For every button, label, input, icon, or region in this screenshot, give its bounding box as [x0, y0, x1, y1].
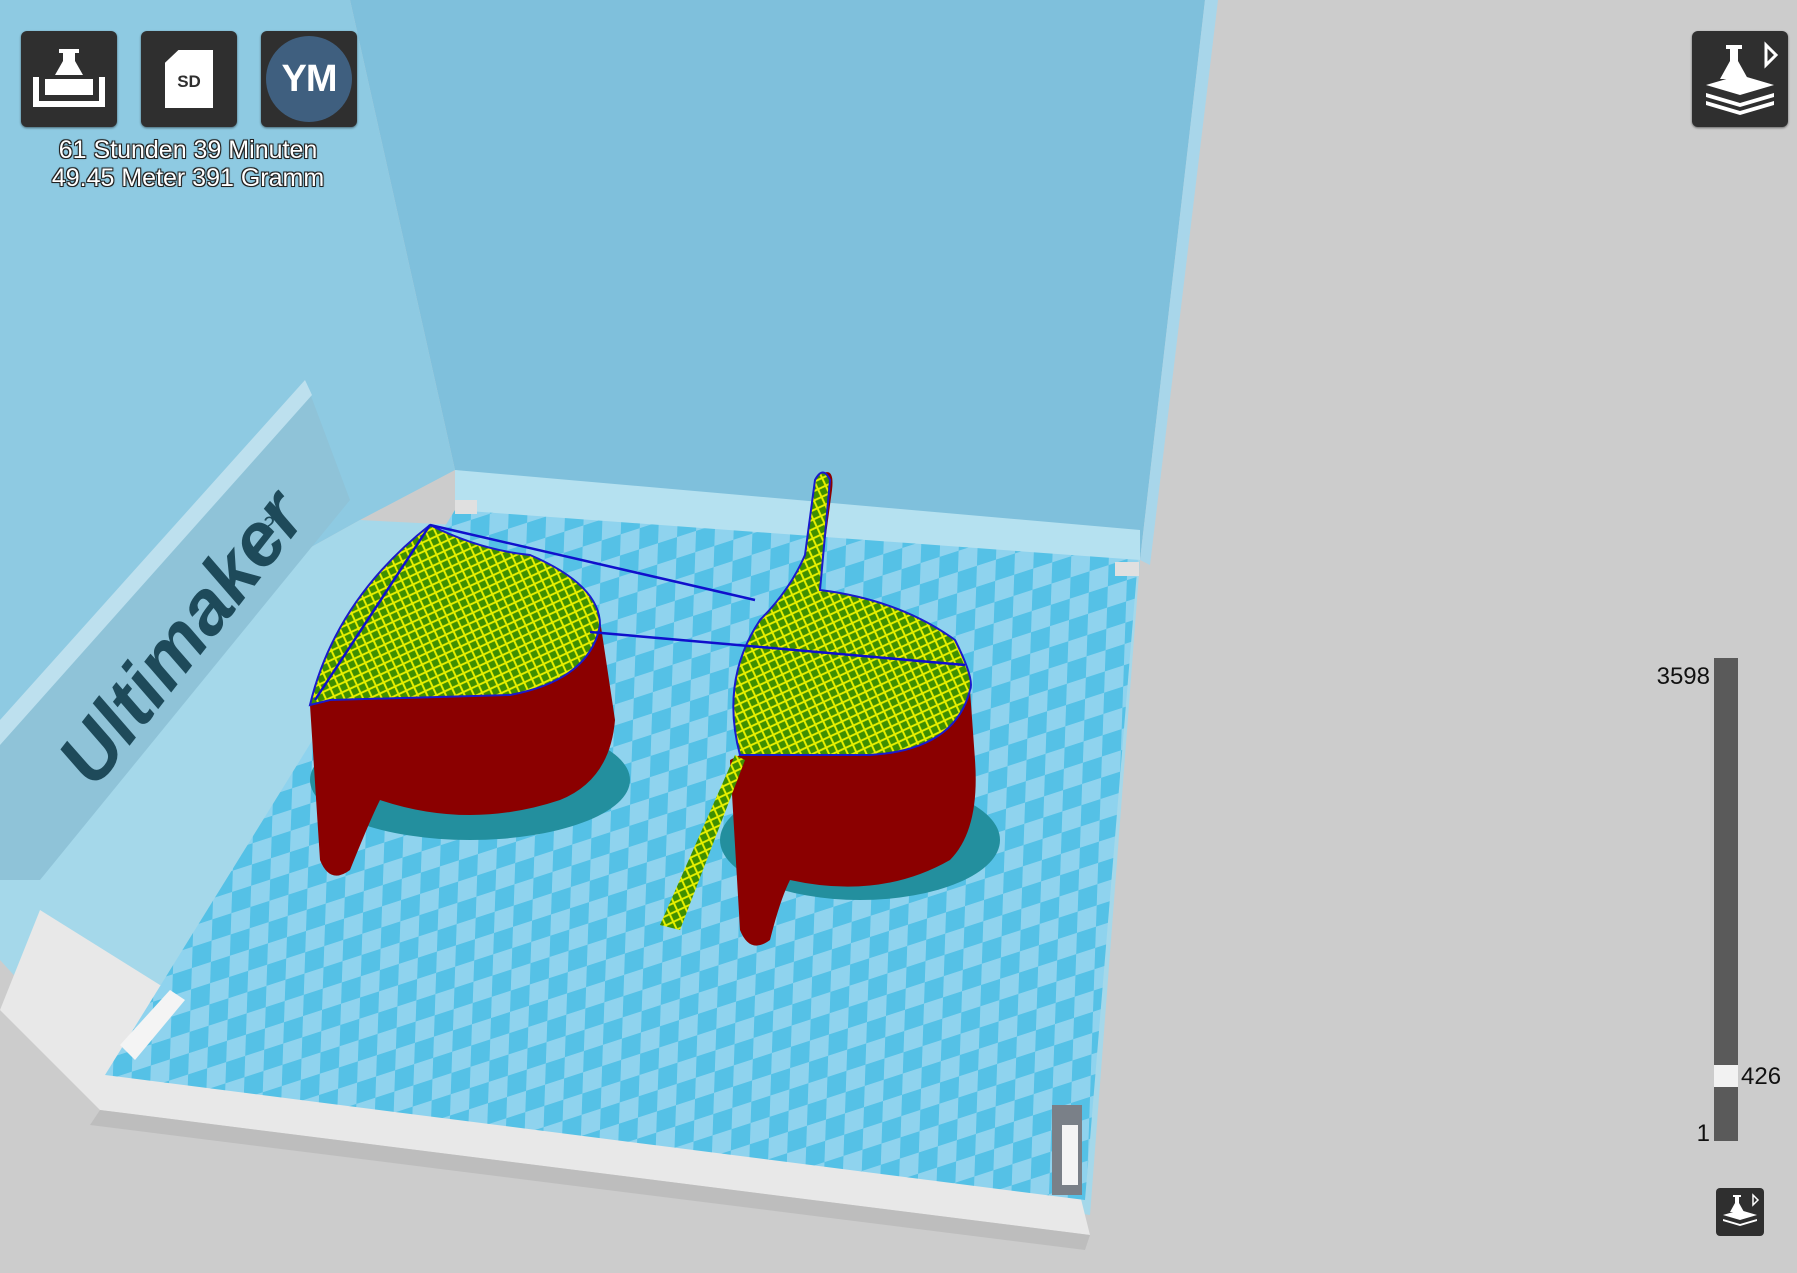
print-time: 61 Stunden 39 Minuten — [58, 136, 318, 164]
bed-clip — [455, 500, 477, 514]
sd-card-icon: SD — [165, 50, 213, 108]
ultimaker-brand-superscript: 2 — [261, 512, 274, 537]
view-mode-small-button[interactable] — [1716, 1188, 1764, 1236]
youmagine-icon: YM — [266, 36, 352, 122]
print-estimate: 61 Stunden 39 Minuten 49.45 Meter 391 Gr… — [20, 136, 356, 192]
load-model-button[interactable] — [21, 31, 117, 127]
youmagine-label: YM — [281, 57, 338, 100]
sd-card-button[interactable]: SD — [141, 31, 237, 127]
layer-slider-handle[interactable] — [1714, 1065, 1738, 1087]
layer-min-label: 1 — [1696, 1120, 1710, 1147]
layer-view-icon — [1706, 41, 1779, 115]
layer-slider-track[interactable] — [1714, 658, 1738, 1141]
print-material: 49.45 Meter 391 Gramm — [51, 164, 325, 192]
sd-card-label: SD — [177, 72, 201, 91]
youmagine-button[interactable]: YM — [261, 31, 357, 127]
layer-max-label: 3598 — [1656, 663, 1710, 690]
folder-upload-icon — [33, 49, 105, 107]
layer-current-label: 426 — [1741, 1063, 1782, 1090]
view-mode-button[interactable] — [1692, 31, 1788, 127]
bed-clip — [1115, 562, 1139, 576]
layer-view-icon — [1723, 1193, 1760, 1226]
bed-clip — [1062, 1125, 1078, 1185]
